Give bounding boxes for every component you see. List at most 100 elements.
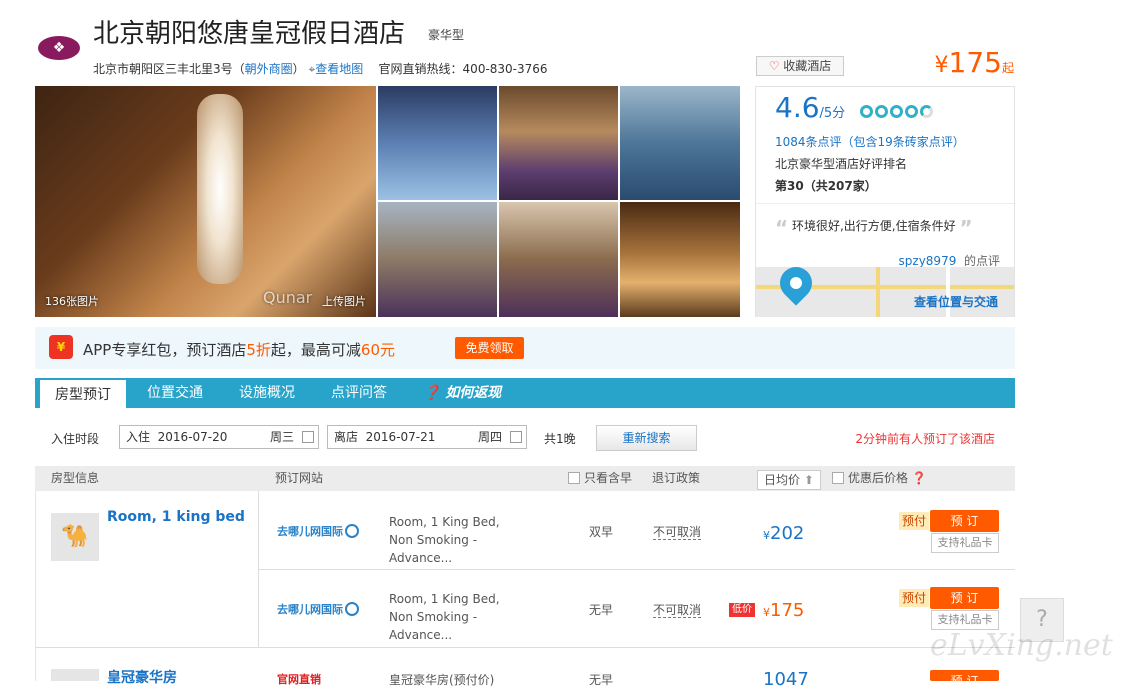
reviewer-suffix: 的点评	[963, 254, 1000, 268]
pool-photo[interactable]	[378, 86, 497, 200]
gift-card-button[interactable]: 支持礼品卡	[931, 610, 999, 630]
room-photo-2[interactable]	[378, 202, 497, 317]
heart-icon: ♡	[768, 59, 780, 73]
checkout-field[interactable]: 离店 2016-07-21 周四	[327, 425, 527, 449]
room-name[interactable]: Room, 1 king bed	[107, 509, 245, 525]
tab-reviews[interactable]: 点评问答	[316, 378, 402, 408]
checkbox-icon	[832, 472, 844, 484]
breakfast-filter[interactable]: 只看含早	[568, 466, 632, 491]
tab-facilities[interactable]: 设施概况	[224, 378, 310, 408]
col-policy: 退订政策	[652, 471, 701, 485]
list-border	[35, 491, 36, 681]
offer-price: 1047	[763, 669, 809, 690]
ota-logo: 去哪儿网国际	[277, 601, 359, 617]
table-header: 房型信息 预订网站 只看含早 退订政策 日均价 ⬆ 优惠后价格 ❓	[35, 466, 1015, 491]
price-currency: ¥	[934, 53, 949, 78]
checkout-prefix: 离店	[334, 430, 359, 444]
date-label: 入住时段	[51, 432, 100, 446]
red-envelope-icon: ¥	[49, 335, 73, 359]
hotel-address: 北京市朝阳区三丰北里3号（朝外商圈） ⌖查看地图 官网直销热线：400-830-…	[93, 60, 548, 77]
tab-rooms[interactable]: 房型预订	[40, 378, 126, 408]
breakfast: 无早	[589, 673, 614, 687]
cancel-policy[interactable]: 不可取消	[653, 603, 702, 618]
address-text: 北京市朝阳区三丰北里3号（	[93, 62, 245, 76]
refresh-search-button[interactable]: 重新搜索	[596, 425, 697, 451]
prepay-tag: 预付	[899, 512, 930, 530]
camel-logo-icon	[345, 524, 359, 538]
ota-name: 去哪儿网国际	[277, 525, 343, 538]
view-map-link[interactable]: 查看地图	[315, 62, 363, 76]
breakfast: 双早	[589, 525, 614, 539]
price-value: 175	[948, 46, 1002, 79]
ota-name: 去哪儿网国际	[277, 603, 343, 616]
hotel-star-level: 豪华型	[428, 28, 465, 42]
mini-map[interactable]: 查看位置与交通	[756, 267, 1014, 317]
photo-count[interactable]: 136张图片	[45, 293, 99, 309]
breakfast: 无早	[589, 603, 614, 617]
view-location-link[interactable]: 查看位置与交通	[914, 293, 998, 310]
main-photo[interactable]: 136张图片 Qunar 上传图片	[35, 86, 376, 317]
camel-logo-icon	[345, 602, 359, 616]
price-value: 202	[770, 523, 805, 544]
checkin-weekday: 周三	[269, 430, 294, 444]
cancel-policy[interactable]: 不可取消	[653, 525, 702, 540]
hotline: 官网直销热线：400-830-3766	[378, 62, 548, 76]
gym-photo[interactable]	[620, 86, 740, 200]
row-divider	[258, 569, 1015, 570]
rating-half-dot-icon	[920, 105, 933, 118]
tab-cashback[interactable]: ❓ 如何返现	[408, 378, 516, 408]
reviewer-name[interactable]: spzy8979	[899, 254, 957, 268]
ota-logo: 去哪儿网国际	[277, 523, 359, 539]
restaurant-photo[interactable]	[620, 202, 740, 317]
open-quote-icon: “	[775, 216, 789, 240]
bedroom-photo[interactable]	[499, 86, 618, 200]
booking-notice: 2分钟前有人预订了该酒店	[855, 432, 995, 446]
breakfast-filter-label: 只看含早	[584, 471, 633, 485]
tab-location[interactable]: 位置交通	[132, 378, 218, 408]
checkin-prefix: 入住	[126, 430, 151, 444]
tab-cashback-label: 如何返现	[445, 385, 502, 401]
book-button[interactable]: 预 订	[930, 510, 999, 532]
room-divider	[35, 647, 1015, 648]
sort-arrow-icon: ⬆	[803, 473, 814, 487]
room-photo-3[interactable]	[499, 202, 618, 317]
rating-dot-icon	[905, 105, 918, 118]
prepay-tag: 预付	[899, 589, 930, 607]
hotel-name: 北京朝阳悠唐皇冠假日酒店	[93, 19, 406, 49]
rank-value: 第30（共207家）	[775, 179, 877, 193]
book-button[interactable]: 预 订	[930, 587, 999, 609]
rating-divider	[756, 203, 1014, 204]
price-suffix: 起	[1001, 61, 1014, 75]
red-envelope-glyph: ¥	[56, 340, 66, 354]
nights-count: 共1晚	[544, 432, 576, 446]
upload-photo-link[interactable]: 上传图片	[322, 293, 366, 309]
checkin-date: 2016-07-20	[157, 430, 228, 444]
room-image[interactable]: 🐪	[51, 513, 99, 561]
offer-desc: Room, 1 King Bed, Non Smoking - Advance.…	[389, 515, 500, 565]
promo-banner: ¥ APP专享红包，预订酒店5折起，最高可减60元 免费领取	[35, 327, 1015, 369]
low-price-tag: 低价	[729, 603, 755, 617]
rating-dot-icon	[890, 105, 903, 118]
tab-bar: 房型预订 位置交通 设施概况 点评问答 ❓ 如何返现	[35, 378, 1015, 408]
checkin-field[interactable]: 入住 2016-07-20 周三	[119, 425, 319, 449]
review-count-link[interactable]: 1084条点评（包含19条砖家点评）	[775, 133, 965, 150]
sort-avg-price[interactable]: 日均价 ⬆	[757, 470, 821, 490]
ota-name: 官网直销	[277, 673, 321, 686]
book-button[interactable]: 预 订	[930, 670, 999, 688]
camel-icon: 🐪	[61, 524, 89, 549]
promo-text: APP专享红包，预订酒店5折起，最高可减60元	[83, 339, 395, 360]
offer-price: ¥202	[763, 523, 804, 544]
photo-gallery: 136张图片 Qunar 上传图片	[35, 86, 740, 317]
room-image[interactable]	[51, 669, 99, 681]
claim-button[interactable]: 免费领取	[455, 337, 524, 359]
discount-filter[interactable]: 优惠后价格 ❓	[832, 466, 927, 491]
room-name[interactable]: 皇冠豪华房	[107, 667, 177, 687]
map-road	[876, 267, 880, 317]
offer-desc: Room, 1 King Bed, Non Smoking - Advance.…	[389, 592, 500, 642]
favorite-button[interactable]: ♡ 收藏酒店	[756, 56, 844, 76]
promo-discount: 5折	[246, 341, 271, 359]
location-pin-icon	[773, 267, 819, 306]
gift-card-button[interactable]: 支持礼品卡	[931, 533, 999, 553]
close-quote-icon: ”	[959, 216, 973, 240]
area-link[interactable]: 朝外商圈	[245, 62, 293, 76]
